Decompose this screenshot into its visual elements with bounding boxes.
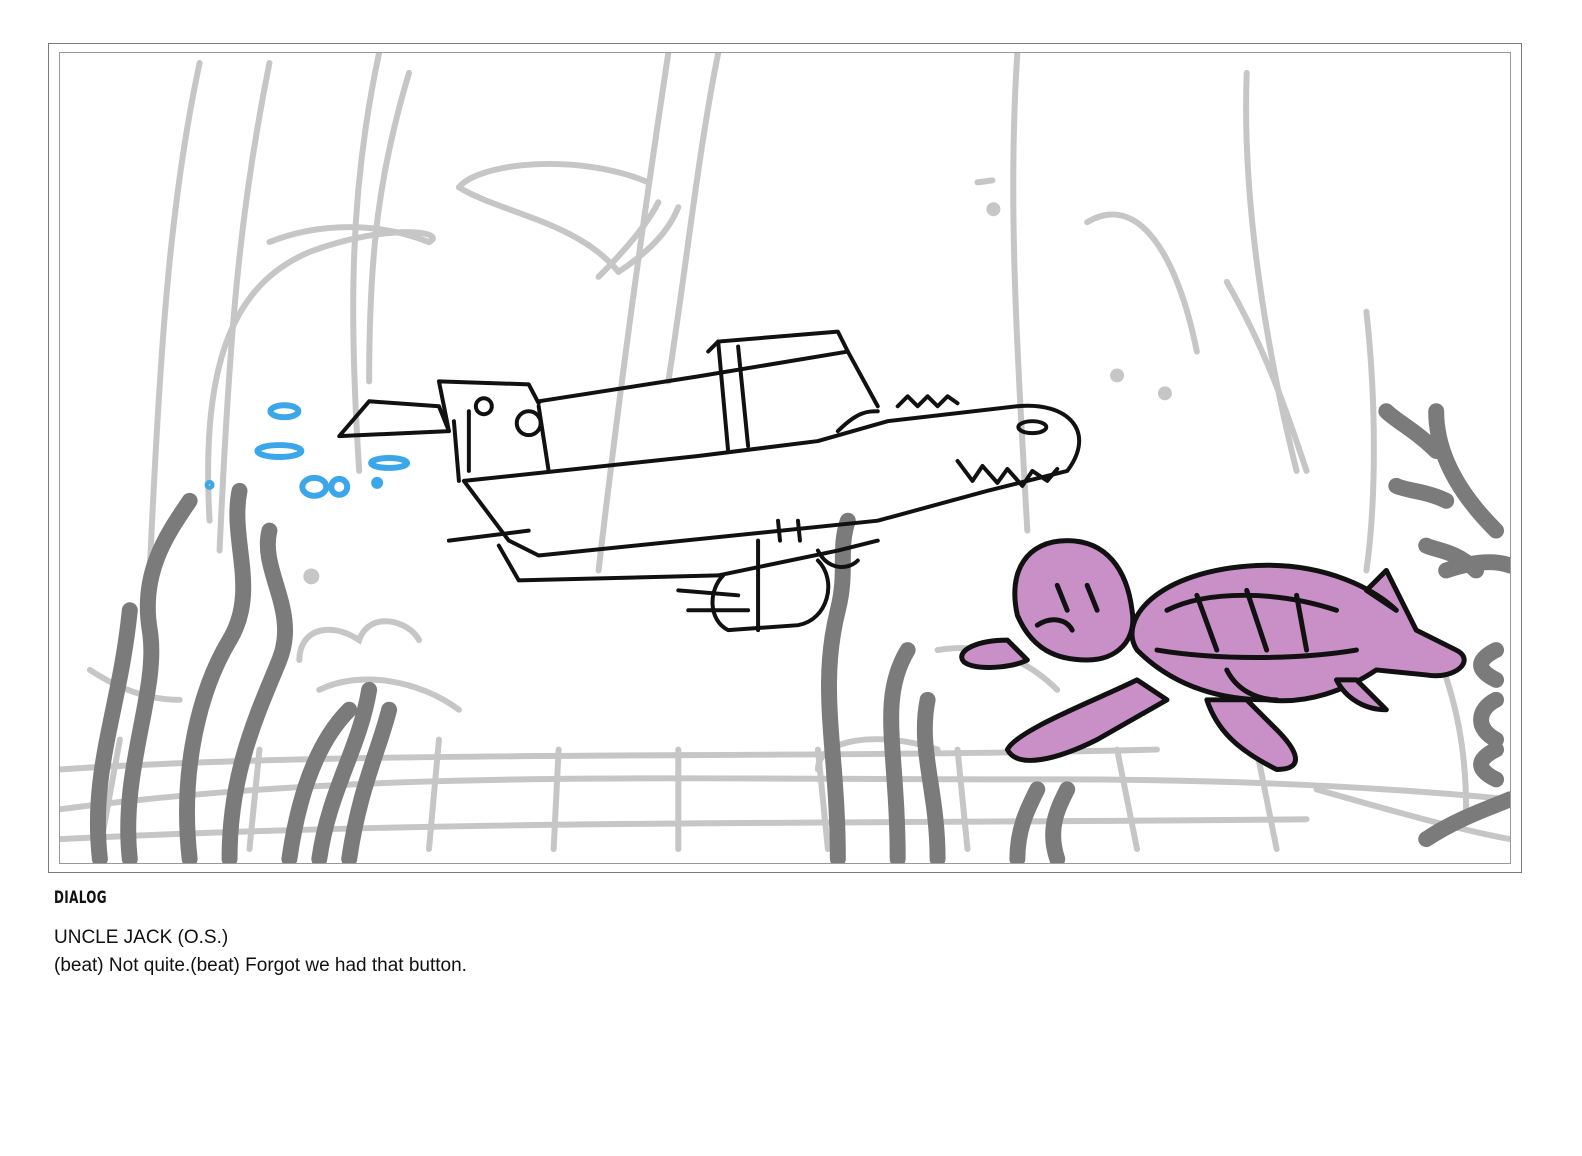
dialog-heading: DIALOG: [54, 888, 107, 908]
panel-artwork: [59, 52, 1511, 864]
dialog-speaker: UNCLE JACK (O.S.): [54, 927, 229, 948]
dialog-line: (beat) Not quite.(beat) Forgot we had th…: [54, 955, 467, 976]
background-sketch: [60, 53, 1510, 853]
bubbles-icon: [204, 402, 411, 499]
turtle: [959, 538, 1467, 772]
storyboard-panel: [48, 43, 1522, 873]
submarine: [337, 329, 1082, 633]
underwater-sketch: [60, 53, 1510, 863]
